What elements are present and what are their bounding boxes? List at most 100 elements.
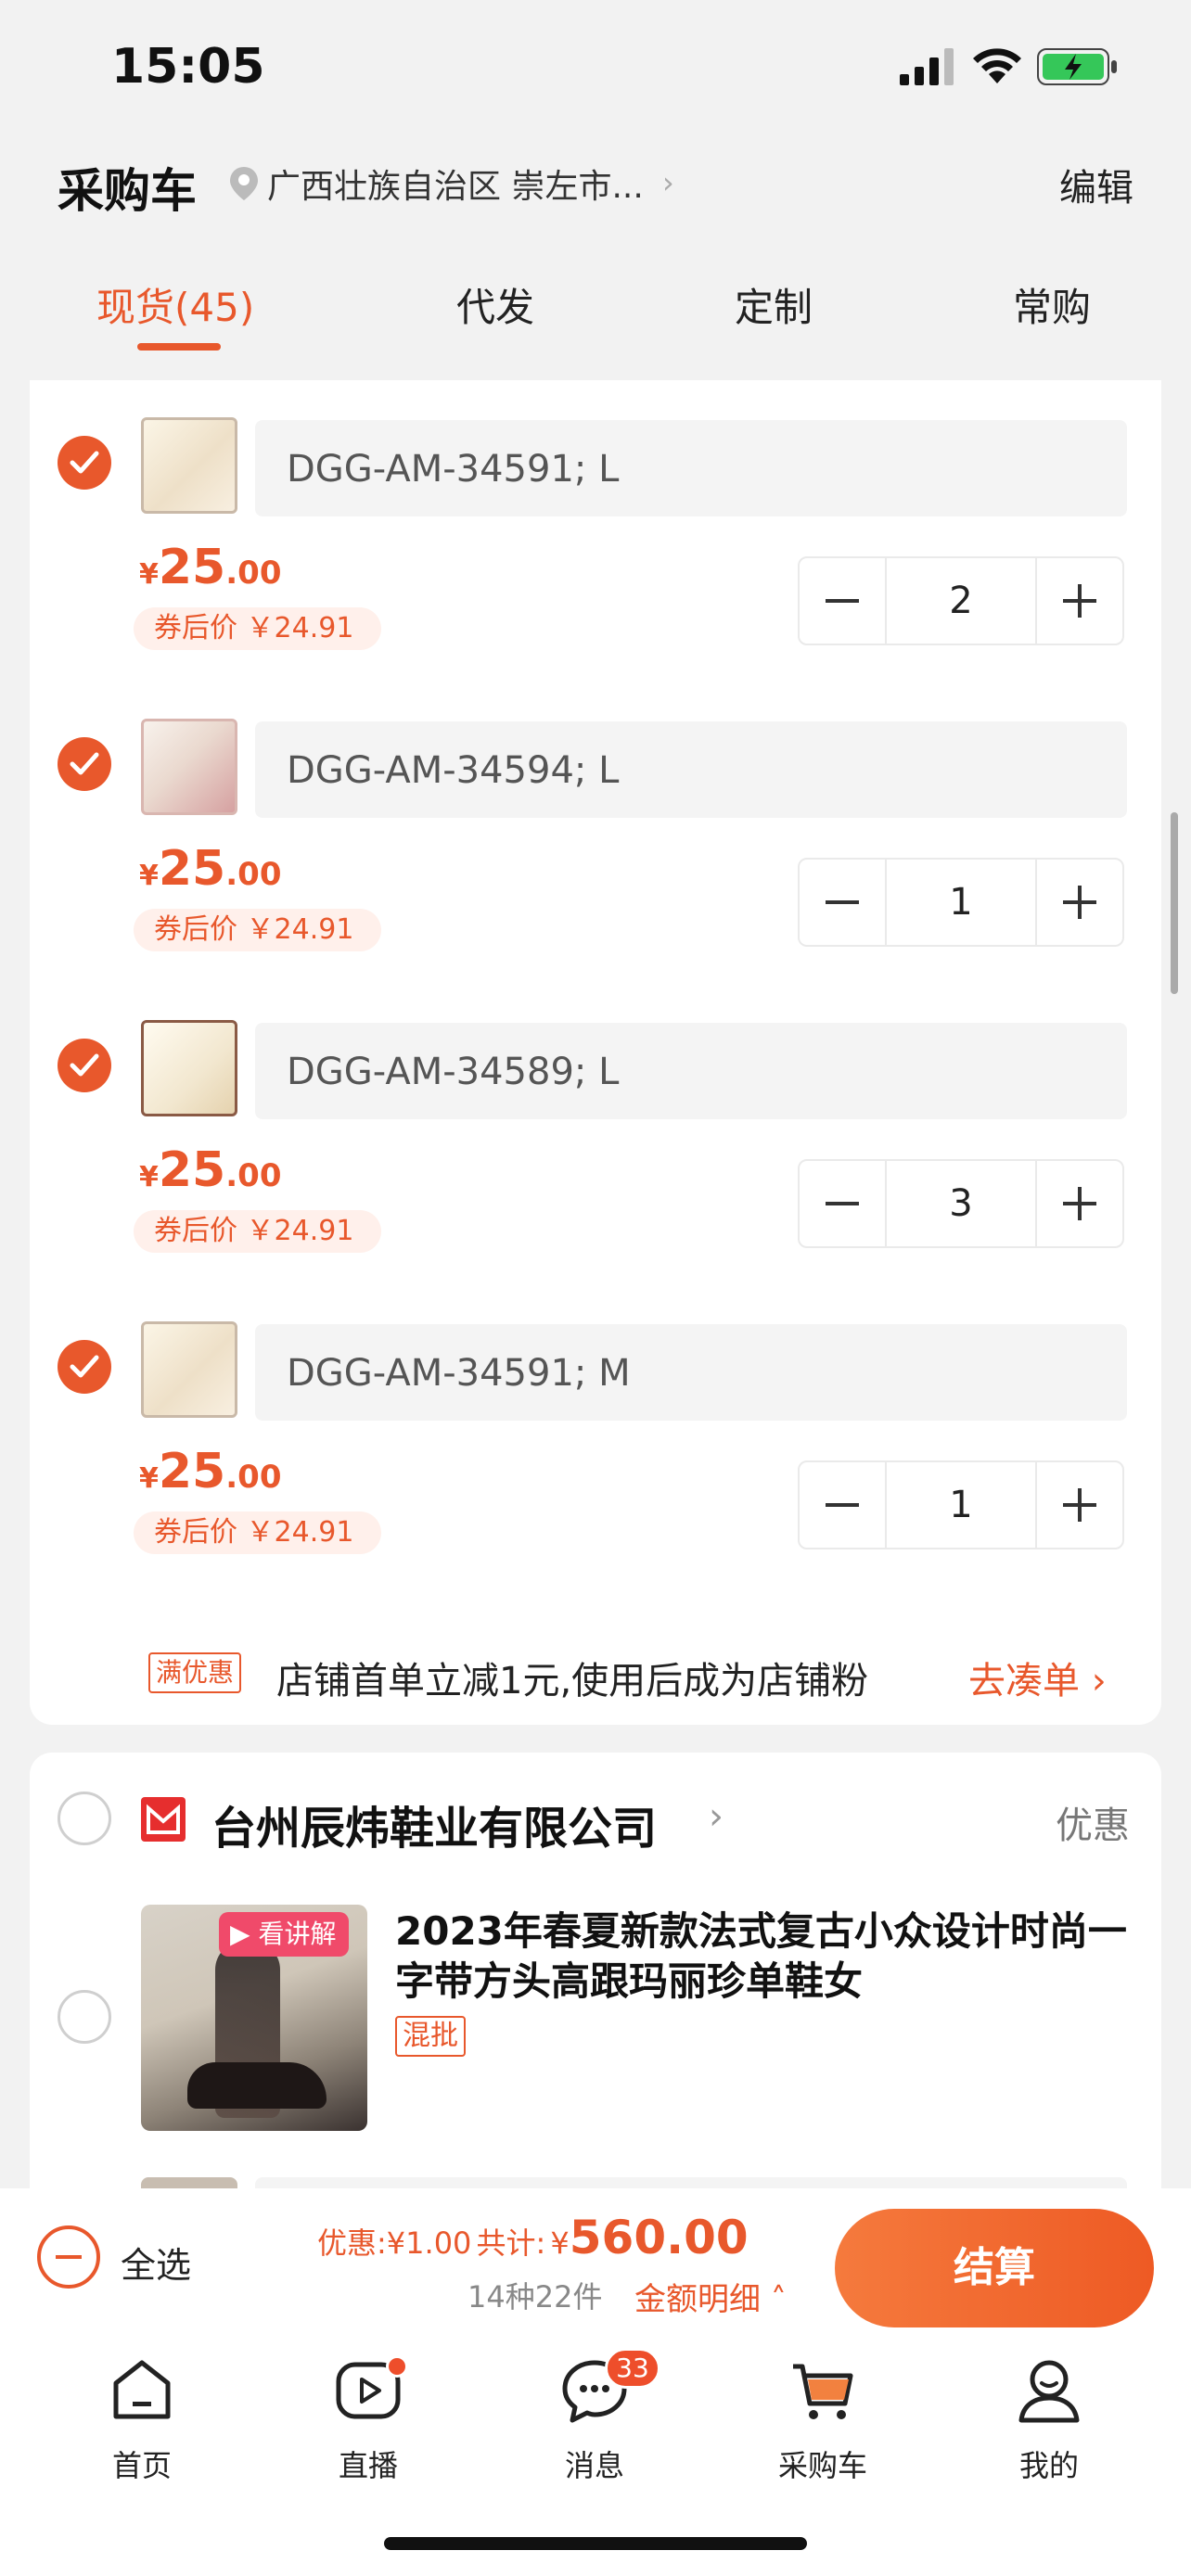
product-thumbnail[interactable] (141, 719, 237, 815)
tabbar-live[interactable]: 直播 (289, 2355, 447, 2485)
increase-button[interactable] (1037, 558, 1122, 644)
shop-card: 台州辰炜鞋业有限公司 › 优惠 ▶ 看讲解 2023年春夏新款法式复古小众设计时… (30, 1753, 1161, 2235)
item-checkbox-checked[interactable] (58, 1340, 111, 1394)
plus-icon (1063, 1187, 1096, 1220)
sku-label: DGG-AM-34594; L (287, 749, 620, 792)
tabbar-cart[interactable]: 采购车 (744, 2355, 902, 2485)
product-image[interactable]: ▶ 看讲解 (141, 1905, 367, 2131)
amount-detail-link[interactable]: 金额明细 ˄ (634, 2274, 787, 2319)
home-indicator (384, 2537, 807, 2550)
wifi-icon (973, 48, 1021, 83)
chevron-right-icon[interactable]: › (662, 165, 674, 200)
checkout-button[interactable]: 结算 (835, 2209, 1154, 2327)
shop-checkbox[interactable] (58, 1792, 111, 1845)
product-thumbnail[interactable] (141, 1020, 237, 1116)
decrease-button[interactable] (800, 1462, 885, 1548)
tabbar-profile[interactable]: 我的 (970, 2355, 1128, 2485)
item-checkbox-checked[interactable] (58, 737, 111, 791)
battery-charging-icon (1037, 48, 1117, 85)
coupon-price: 券后价 ￥24.91 (134, 909, 382, 951)
chevron-right-icon[interactable]: › (709, 1795, 724, 1838)
cart-item: DGG-AM-34591; M ¥25.00 券后价 ￥24.91 1 (30, 1284, 1161, 1586)
plus-icon (1063, 886, 1096, 919)
sku-label: DGG-AM-34589; L (287, 1051, 620, 1093)
play-icon: ▶ (230, 1919, 259, 1949)
decrease-button[interactable] (800, 1161, 885, 1246)
status-time: 15:05 (111, 39, 265, 95)
select-all-checkbox[interactable] (37, 2225, 100, 2289)
edit-button[interactable]: 编辑 (1059, 158, 1133, 211)
minus-icon (826, 900, 859, 904)
profile-icon (1018, 2360, 1080, 2423)
quantity-value[interactable]: 1 (885, 860, 1037, 945)
delivery-address[interactable]: 广西壮族自治区 崇左市... (267, 159, 644, 208)
item-price: ¥25.00 (139, 540, 282, 595)
plus-icon (1063, 584, 1096, 618)
page-title: 采购车 (58, 164, 197, 218)
decrease-button[interactable] (800, 860, 885, 945)
cart-header: 采购车 广西壮族自治区 崇左市... › 编辑 (0, 139, 1191, 241)
tab-in-stock[interactable]: 现货(45) (96, 276, 254, 333)
scrollbar[interactable] (1171, 812, 1178, 994)
cart-tabs: 现货(45) 代发 定制 常购 (0, 269, 1191, 352)
chevron-up-icon: ˄ (770, 2281, 787, 2318)
item-checkbox-checked[interactable] (58, 436, 111, 490)
sku-selector[interactable]: DGG-AM-34589; L (255, 1023, 1127, 1119)
cart-item: DGG-AM-34594; L ¥25.00 券后价 ￥24.91 1 (30, 682, 1161, 983)
quantity-value[interactable]: 2 (885, 558, 1037, 644)
coupon-price: 券后价 ￥24.91 (134, 1511, 382, 1554)
shop-icon (141, 1797, 186, 1842)
active-tab-indicator (137, 343, 221, 351)
quantity-value[interactable]: 1 (885, 1462, 1037, 1548)
increase-button[interactable] (1037, 860, 1122, 945)
shop-name[interactable]: 台州辰炜鞋业有限公司 (211, 1792, 657, 1856)
product-thumbnail[interactable] (141, 417, 237, 514)
quantity-stepper: 3 (798, 1159, 1124, 1248)
add-more-link[interactable]: 去凑单 › (968, 1651, 1107, 1704)
promo-tag: 满优惠 (148, 1652, 242, 1693)
checkmark-icon (70, 1053, 99, 1077)
coupon-price: 券后价 ￥24.91 (134, 607, 382, 650)
location-pin-icon[interactable] (228, 165, 260, 202)
increase-button[interactable] (1037, 1462, 1122, 1548)
product-thumbnail[interactable] (141, 1321, 237, 1418)
sku-selector[interactable]: DGG-AM-34591; L (255, 420, 1127, 516)
sku-selector[interactable]: DGG-AM-34591; M (255, 1324, 1127, 1421)
status-bar: 15:05 (0, 0, 1191, 139)
quantity-stepper: 1 (798, 1460, 1124, 1549)
tab-frequent[interactable]: 常购 (1013, 276, 1091, 333)
quantity-stepper: 1 (798, 858, 1124, 947)
product-title[interactable]: 2023年春夏新款法式复古小众设计时尚一字带方头高跟玛丽珍单鞋女 (395, 1906, 1128, 2007)
quantity-value[interactable]: 3 (885, 1161, 1037, 1246)
notification-dot (386, 2355, 408, 2378)
item-checkbox[interactable] (58, 1990, 111, 2044)
discount-button[interactable]: 优惠 (1056, 1795, 1130, 1849)
price-summary: 优惠:¥1.00 共计: ¥560.00 (317, 2211, 749, 2264)
cellular-signal-icon (900, 48, 954, 85)
shop-card: DGG-AM-34591; L ¥25.00 券后价 ￥24.91 2 DGG-… (30, 380, 1161, 1725)
home-icon (113, 2360, 171, 2419)
tabbar-home[interactable]: 首页 (63, 2355, 221, 2485)
minus-icon (826, 1503, 859, 1507)
plus-icon (1063, 1488, 1096, 1522)
cart-item: DGG-AM-34589; L ¥25.00 券后价 ￥24.91 3 (30, 983, 1161, 1284)
video-explain-badge[interactable]: ▶ 看讲解 (219, 1912, 350, 1957)
tab-custom[interactable]: 定制 (735, 276, 813, 333)
tabbar-messages[interactable]: 33 消息 (516, 2348, 673, 2485)
shop-promo-row: 满优惠 店铺首单立减1元,使用后成为店铺粉 去凑单 › (30, 1641, 1161, 1706)
message-badge: 33 (605, 2348, 660, 2389)
tab-dropship[interactable]: 代发 (456, 276, 534, 333)
promo-text: 店铺首单立减1元,使用后成为店铺粉 (276, 1660, 869, 1702)
sku-label: DGG-AM-34591; M (287, 1352, 631, 1395)
checkout-bar: 全选 优惠:¥1.00 共计: ¥560.00 14种22件 金额明细 ˄ 结算 (0, 2188, 1191, 2327)
item-checkbox-checked[interactable] (58, 1039, 111, 1092)
chevron-right-icon: › (1091, 1660, 1107, 1702)
sku-selector[interactable]: DGG-AM-34594; L (255, 721, 1127, 818)
select-all-label[interactable]: 全选 (121, 2237, 191, 2288)
decrease-button[interactable] (800, 558, 885, 644)
coupon-price: 券后价 ￥24.91 (134, 1210, 382, 1253)
checkmark-icon (70, 752, 99, 775)
cart-item: DGG-AM-34591; L ¥25.00 券后价 ￥24.91 2 (30, 380, 1161, 682)
cart-icon (793, 2364, 853, 2419)
increase-button[interactable] (1037, 1161, 1122, 1246)
